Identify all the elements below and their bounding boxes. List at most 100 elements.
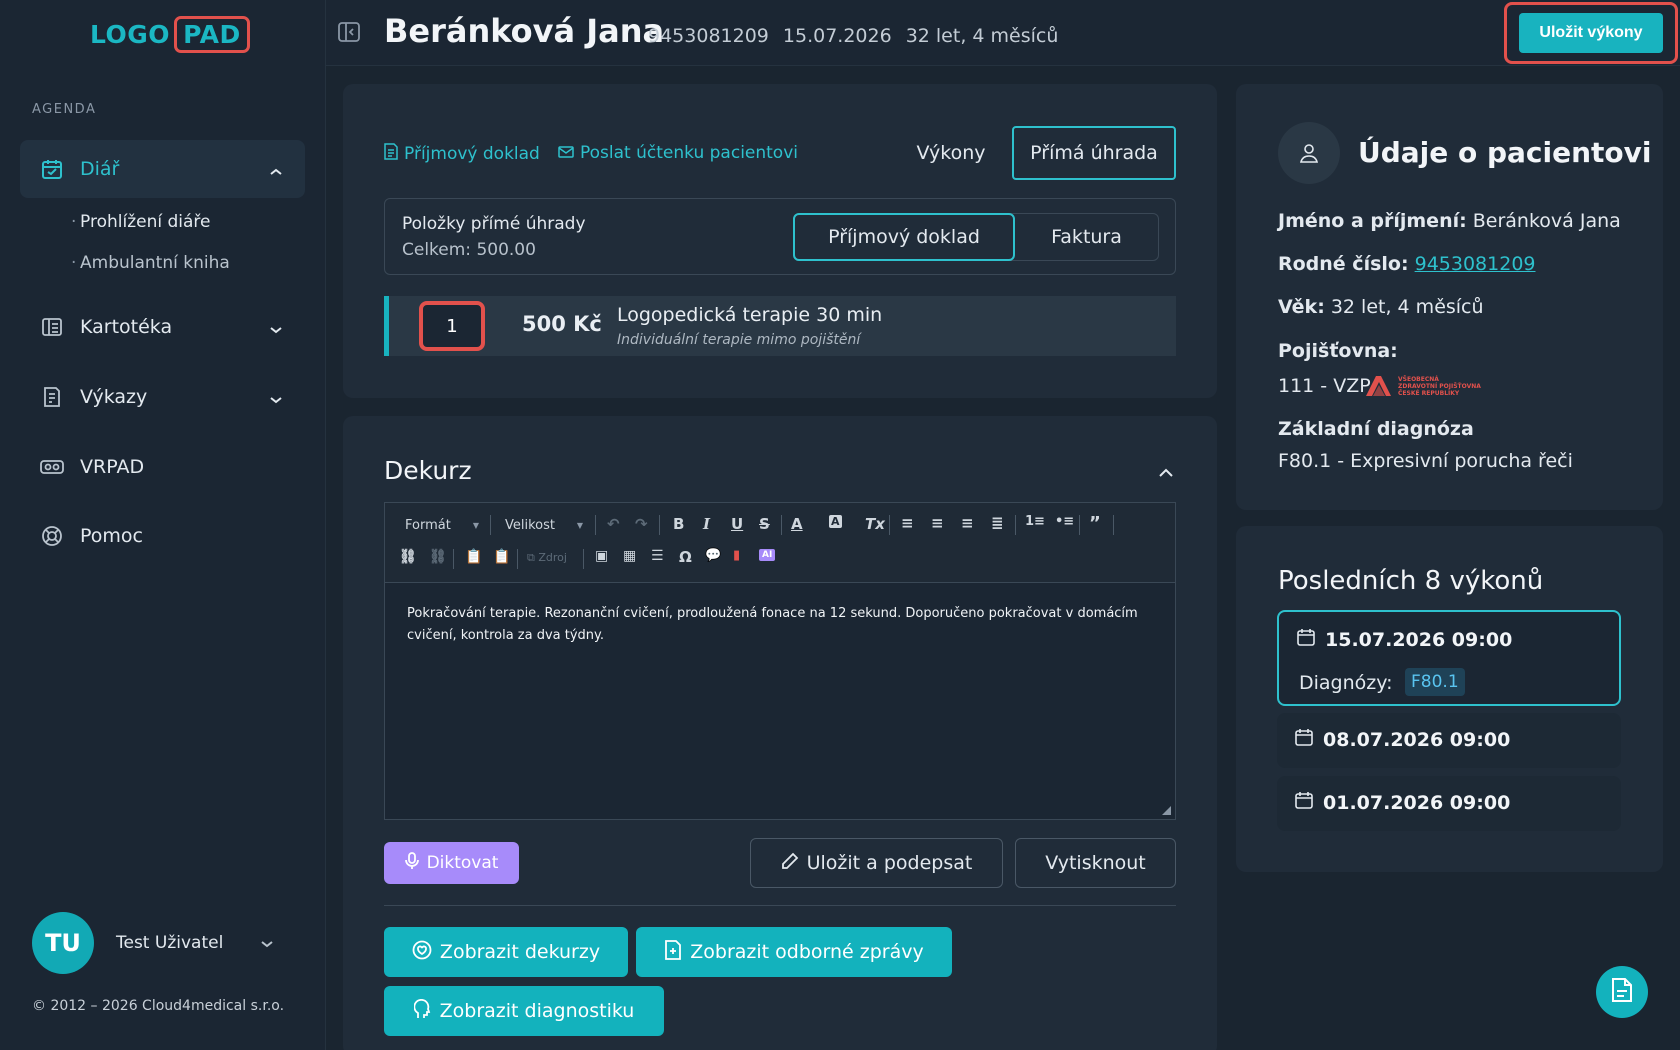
- show-diagnostics-button[interactable]: Zobrazit diagnostiku: [384, 986, 664, 1036]
- visit-item[interactable]: 08.07.2026 09:00: [1277, 713, 1621, 768]
- logo-text: LOGO: [90, 19, 171, 49]
- logo[interactable]: LOGO PAD: [90, 14, 250, 54]
- unlink-icon[interactable]: ⛓: [429, 549, 447, 565]
- chevron-down-icon: [269, 318, 283, 340]
- sidebar-item-label: VRPAD: [80, 456, 145, 478]
- dropdown-icon: ▼: [576, 520, 583, 530]
- format-select-label: Formát: [405, 517, 451, 533]
- visit-datetime: 15.07.2026 09:00: [1325, 628, 1513, 651]
- calendar-icon: [1297, 628, 1315, 651]
- toolbar-separator: [1113, 515, 1114, 535]
- help-icon: [40, 524, 64, 548]
- save-sign-label: Uložit a podepsat: [806, 852, 973, 874]
- calendar-icon: [40, 157, 64, 181]
- source-button[interactable]: ⧉ Zdroj: [527, 551, 567, 565]
- receipt-link[interactable]: Příjmový doklad: [384, 143, 540, 165]
- insurance-label: Pojišťovna:: [1278, 340, 1398, 362]
- text-color-icon[interactable]: A: [791, 515, 803, 533]
- bullet-list-icon[interactable]: •≡: [1055, 514, 1074, 529]
- image-icon[interactable]: ▣: [595, 548, 608, 564]
- user-name: Test Uživatel: [116, 933, 224, 953]
- sidebar-item-vrpad[interactable]: VRPAD: [20, 438, 305, 496]
- user-menu[interactable]: TU Test Uživatel: [32, 912, 273, 974]
- sidebar-subitem-prohlizeni[interactable]: Prohlížení diáře: [71, 212, 211, 232]
- print-button[interactable]: Vytisknout: [1015, 838, 1176, 888]
- save-sign-button[interactable]: Uložit a podepsat: [750, 838, 1003, 888]
- format-select[interactable]: Formát ▼: [395, 513, 485, 537]
- header: Beránková Jana 9453081209 15.07.2026 32 …: [326, 0, 1680, 66]
- visit-item[interactable]: 01.07.2026 09:00: [1277, 776, 1621, 831]
- item-price: 500 Kč: [522, 312, 602, 336]
- numbered-list-icon[interactable]: 1≡: [1025, 514, 1045, 529]
- align-right-icon[interactable]: ≡: [961, 514, 974, 532]
- quantity-stepper[interactable]: 1: [429, 310, 475, 342]
- sidebar-item-label: Diář: [80, 158, 120, 180]
- redo-icon[interactable]: ↷: [635, 515, 648, 533]
- link-icon[interactable]: ⛓: [399, 549, 417, 565]
- sidebar-collapse-icon[interactable]: [338, 22, 360, 46]
- patient-name-row: Jméno a příjmení: Beránková Jana: [1278, 210, 1621, 232]
- comment-icon[interactable]: 💬: [705, 548, 721, 563]
- seg-faktura[interactable]: Faktura: [1015, 214, 1158, 260]
- rc-link[interactable]: 9453081209: [1415, 253, 1536, 275]
- tab-vykony[interactable]: Výkony: [896, 126, 1006, 180]
- horizontal-line-icon[interactable]: ☰: [651, 548, 664, 564]
- paste-text-icon[interactable]: 📋: [493, 549, 510, 565]
- diagnosis-value: F80.1 - Expresivní porucha řeči: [1278, 450, 1573, 472]
- chevron-down-icon: [269, 388, 283, 410]
- notes-fab-button[interactable]: [1596, 966, 1648, 1018]
- underline-icon[interactable]: U: [731, 515, 743, 533]
- paste-icon[interactable]: 📋: [465, 549, 482, 565]
- sidebar-item-kartoteka[interactable]: Kartotéka: [20, 298, 305, 356]
- sidebar-item-diar[interactable]: Diář: [20, 140, 305, 198]
- calendar-icon: [1295, 791, 1313, 814]
- toolbar-separator: [1015, 515, 1016, 535]
- birth-number-row: Rodné číslo: 9453081209: [1278, 253, 1536, 275]
- logo-badge: PAD: [174, 15, 250, 53]
- bold-icon[interactable]: B: [673, 515, 684, 533]
- diagnosis-label-row: Základní diagnóza: [1278, 418, 1474, 440]
- undo-icon[interactable]: ↶: [607, 515, 620, 533]
- sidebar-subitem-ambulantni-kniha[interactable]: Ambulantní kniha: [71, 253, 230, 273]
- quote-icon[interactable]: ”: [1089, 513, 1101, 534]
- align-left-icon[interactable]: ≡: [901, 514, 914, 532]
- size-select[interactable]: Velikost ▼: [495, 513, 589, 537]
- editor-content[interactable]: Pokračování terapie. Rezonanční cvičení,…: [407, 603, 1157, 647]
- editor-toolbar: Formát ▼ Velikost ▼ ↶ ↷ B I U S A A Tx ≡…: [385, 503, 1175, 583]
- table-icon[interactable]: ▦: [623, 548, 636, 564]
- avatar: TU: [32, 912, 94, 974]
- pdf-icon[interactable]: ▮: [733, 548, 740, 563]
- resize-handle[interactable]: [1162, 806, 1171, 815]
- bg-color-icon[interactable]: A: [829, 515, 842, 528]
- toolbar-separator: [889, 515, 890, 535]
- ai-icon[interactable]: AI: [759, 549, 776, 561]
- show-reports-button[interactable]: Zobrazit odborné zprávy: [636, 927, 952, 977]
- sidebar-item-pomoc[interactable]: Pomoc: [20, 507, 305, 565]
- tab-prima-uhrada[interactable]: Přímá úhrada: [1012, 126, 1176, 180]
- special-char-icon[interactable]: Ω: [679, 548, 692, 566]
- strikethrough-icon[interactable]: S: [759, 515, 770, 533]
- align-center-icon[interactable]: ≡: [931, 514, 944, 532]
- toolbar-separator: [517, 549, 518, 569]
- chevron-up-icon[interactable]: [1158, 464, 1174, 483]
- italic-icon[interactable]: I: [703, 515, 710, 533]
- visit-item[interactable]: 15.07.2026 09:00 Diagnózy: F80.1: [1277, 610, 1621, 706]
- send-receipt-link[interactable]: Poslat účtenku pacientovi: [558, 143, 798, 163]
- sidebar-section-label: AGENDA: [32, 102, 97, 117]
- rc-label: Rodné číslo:: [1278, 253, 1409, 275]
- save-services-button[interactable]: Uložit výkony: [1519, 13, 1663, 53]
- name-value: Beránková Jana: [1472, 210, 1621, 232]
- document-icon: [384, 143, 398, 165]
- align-justify-icon[interactable]: ≣: [991, 514, 1004, 532]
- dekurz-title: Dekurz: [384, 456, 472, 485]
- dictate-button[interactable]: Diktovat: [384, 842, 519, 884]
- toolbar-separator: [490, 515, 491, 535]
- sidebar-item-vykazy[interactable]: Výkazy: [20, 368, 305, 426]
- seg-prijmovy-doklad[interactable]: Příjmový doklad: [793, 213, 1015, 261]
- clear-format-icon[interactable]: Tx: [865, 515, 885, 533]
- visit-date: 15.07.2026 09:00: [1297, 628, 1512, 651]
- show-dekurzy-button[interactable]: Zobrazit dekurzy: [384, 927, 628, 977]
- age-label: Věk:: [1278, 296, 1325, 318]
- birth-number: 9453081209: [648, 25, 769, 47]
- visit-datetime: 08.07.2026 09:00: [1323, 728, 1511, 751]
